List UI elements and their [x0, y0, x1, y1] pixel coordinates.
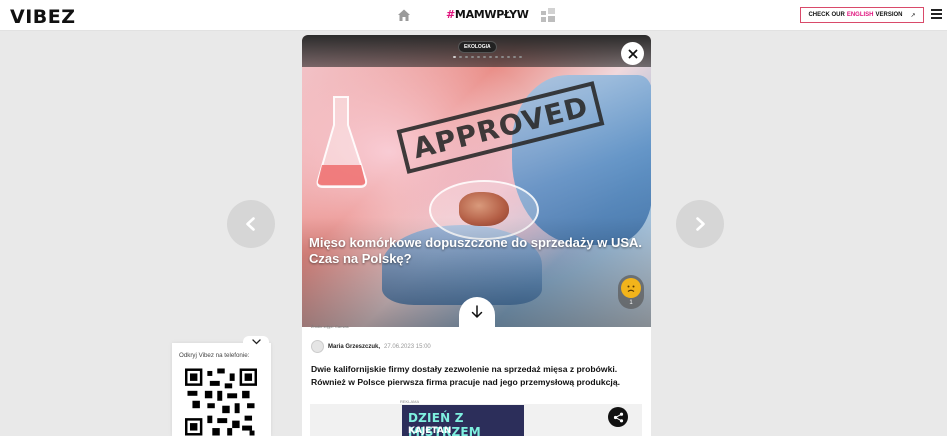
- next-article-button[interactable]: [676, 200, 724, 248]
- arrow-down-icon: [471, 305, 483, 318]
- category-badge[interactable]: EKOLOGIA: [458, 41, 497, 53]
- english-version-button[interactable]: CHECK OUR ENGLISH VERSION ↗: [800, 7, 924, 23]
- qr-panel: Odkryj Vibez na telefonie:: [172, 343, 271, 436]
- article-card: APPROVED EKOLOGIA Mięso komórkowe dopusz…: [302, 35, 651, 436]
- ad-label: REKLAMA: [400, 399, 420, 404]
- flask-illustration: [316, 96, 368, 188]
- reaction-button[interactable]: 1: [618, 275, 644, 309]
- share-button[interactable]: [608, 407, 628, 427]
- english-after: VERSION: [875, 12, 903, 18]
- grid-icon[interactable]: [541, 8, 556, 22]
- author-row: Maria Grzeszczuk, 27.06.2023 15:00: [311, 340, 431, 353]
- qr-collapse-button[interactable]: [243, 336, 269, 348]
- photo-source: Źródło zdjęć: Canvas: [311, 324, 349, 329]
- home-icon[interactable]: [397, 8, 411, 22]
- scroll-down-button[interactable]: [459, 297, 495, 327]
- ad-subline: KAJETAN: [408, 426, 452, 436]
- ad-banner[interactable]: DZIEŃ Z MISTRZEM KAJETAN: [402, 405, 524, 436]
- top-bar: VIBEZ #MAMWPŁYW CHECK OUR ENGLISH VERSIO…: [0, 0, 947, 31]
- logo[interactable]: VIBEZ: [10, 6, 76, 28]
- previous-article-button[interactable]: [227, 200, 275, 248]
- close-icon: [628, 49, 637, 58]
- chevron-left-icon: [246, 217, 255, 231]
- brand-name: MAMWPŁYW: [454, 8, 529, 21]
- mamwplyw-link[interactable]: #MAMWPŁYW: [446, 8, 529, 21]
- english-before: CHECK OUR: [808, 12, 845, 18]
- menu-icon[interactable]: [931, 9, 942, 19]
- story-progress: [453, 56, 522, 58]
- avatar: [311, 340, 324, 353]
- article-lead: Dwie kalifornijskie firmy dostały zezwol…: [311, 364, 620, 387]
- english-accent: ENGLISH: [846, 12, 874, 18]
- publish-date: 27.06.2023 15:00: [384, 343, 431, 350]
- share-icon: [613, 412, 623, 422]
- external-arrow-icon: ↗: [910, 12, 916, 19]
- reaction-count: 1: [629, 300, 633, 306]
- qr-code: [185, 368, 257, 436]
- chevron-down-icon: [251, 339, 261, 345]
- chevron-right-icon: [696, 217, 705, 231]
- article-title: Mięso komórkowe dopuszczone do sprzedaży…: [309, 235, 643, 266]
- sad-face-icon: [621, 278, 641, 298]
- brand-hash: #: [446, 8, 455, 21]
- author-name[interactable]: Maria Grzeszczuk,: [328, 344, 380, 350]
- close-button[interactable]: [621, 42, 644, 65]
- qr-caption: Odkryj Vibez na telefonie:: [179, 352, 250, 359]
- hero-image: APPROVED EKOLOGIA Mięso komórkowe dopusz…: [302, 35, 651, 327]
